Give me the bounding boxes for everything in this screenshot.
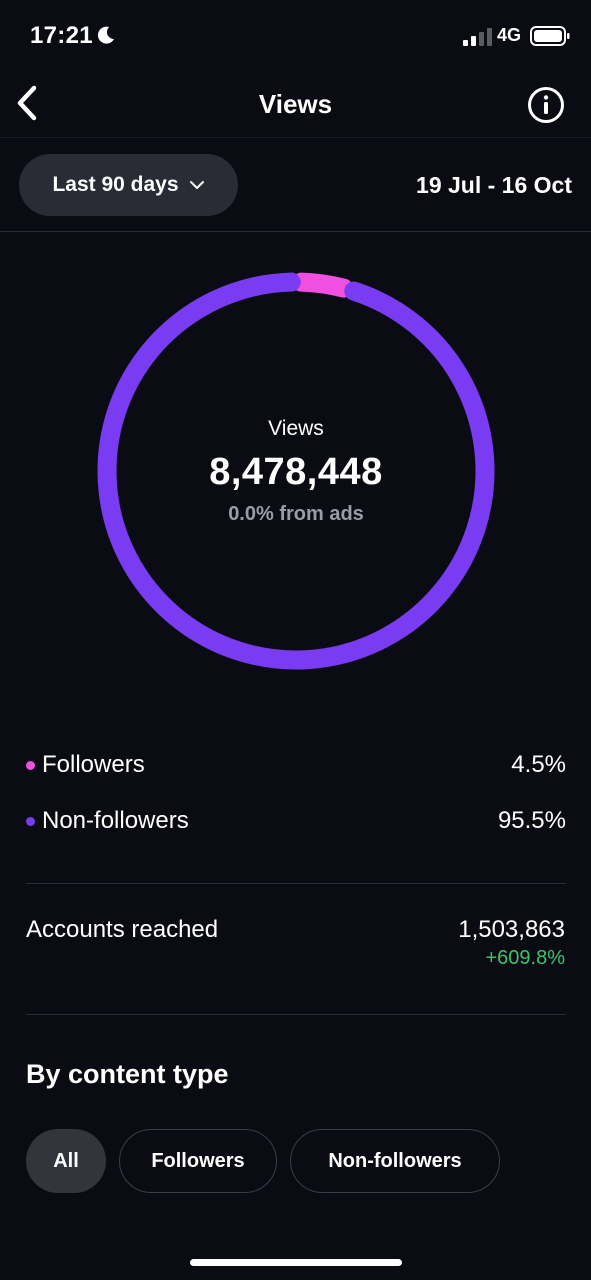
accounts-reached-value: 1,503,863 [458, 916, 565, 943]
status-time: 17:21 [30, 22, 93, 49]
info-icon [528, 87, 564, 123]
date-range-text: 19 Jul - 16 Oct [416, 172, 572, 198]
header: Views [0, 72, 591, 138]
status-bar: 17:21 4G [0, 0, 591, 72]
signal-icon [463, 28, 492, 46]
moon-icon [97, 26, 114, 44]
filter-chip-all[interactable]: All [26, 1129, 106, 1193]
views-insights-screen: 17:21 4G Views Last 90 days 19 Jul - 16 … [0, 0, 591, 1280]
filter-chip-non-followers[interactable]: Non-followers [290, 1129, 500, 1193]
page-title: Views [258, 89, 333, 119]
views-total: 8,478,448 [209, 451, 383, 493]
legend-dot-followers [26, 761, 35, 770]
legend-row-non-followers: Non-followers 95.5% [26, 804, 566, 838]
legend-label: Non-followers [42, 807, 189, 834]
legend-dot-non-followers [26, 817, 35, 826]
filter-chip-followers[interactable]: Followers [119, 1129, 277, 1193]
views-donut-chart: Views 8,478,448 0.0% from ads [96, 271, 496, 671]
filter-row: Last 90 days 19 Jul - 16 Oct [0, 139, 591, 232]
battery-icon [530, 26, 570, 46]
divider [26, 883, 566, 884]
chevron-down-icon [189, 181, 204, 189]
date-range-dropdown[interactable]: Last 90 days [19, 154, 238, 216]
donut-center: Views 8,478,448 0.0% from ads [96, 271, 496, 671]
accounts-reached-label: Accounts reached [26, 916, 219, 943]
divider [26, 1014, 566, 1015]
legend-value: 4.5% [511, 751, 566, 778]
legend-label: Followers [42, 751, 145, 778]
info-button[interactable] [527, 86, 565, 124]
legend-value: 95.5% [497, 807, 566, 834]
ads-share: 0.0% from ads [228, 503, 364, 525]
donut-label: Views [268, 417, 324, 440]
accounts-reached-change: +609.8% [485, 947, 565, 969]
date-range-dropdown-label: Last 90 days [52, 173, 179, 196]
content-type-title: By content type [26, 1059, 229, 1089]
legend-row-followers: Followers 4.5% [26, 748, 566, 782]
network-type: 4G [497, 25, 522, 45]
home-indicator[interactable] [190, 1259, 402, 1266]
